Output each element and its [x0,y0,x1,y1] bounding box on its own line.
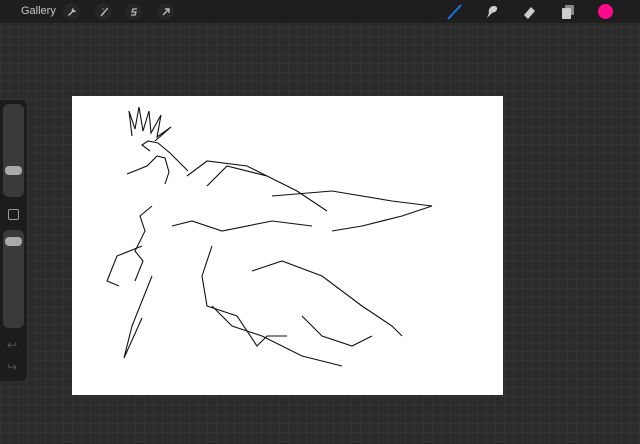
left-sidebar: ↩ ↪ [0,100,27,381]
opacity-slider[interactable] [3,230,24,328]
layers-icon[interactable] [559,3,577,21]
gallery-button[interactable]: Gallery [21,5,56,17]
deer-sketch [106,106,433,367]
transform-arrow-icon[interactable] [157,3,174,20]
redo-icon[interactable]: ↪ [7,360,17,374]
color-picker-swatch[interactable] [598,4,613,19]
eraser-icon[interactable] [521,3,539,21]
modify-square-button[interactable] [8,209,19,220]
smudge-icon[interactable] [483,3,501,21]
selection-icon[interactable] [125,3,142,20]
top-toolbar: Gallery [0,0,640,23]
drawing-canvas[interactable] [72,96,503,395]
brush-size-slider[interactable] [3,104,24,197]
brush-icon[interactable] [446,3,464,21]
wrench-icon[interactable] [63,3,80,20]
opacity-thumb[interactable] [5,237,22,246]
magic-wand-icon[interactable] [95,3,112,20]
undo-icon[interactable]: ↩ [7,338,17,352]
brush-size-thumb[interactable] [5,166,22,175]
